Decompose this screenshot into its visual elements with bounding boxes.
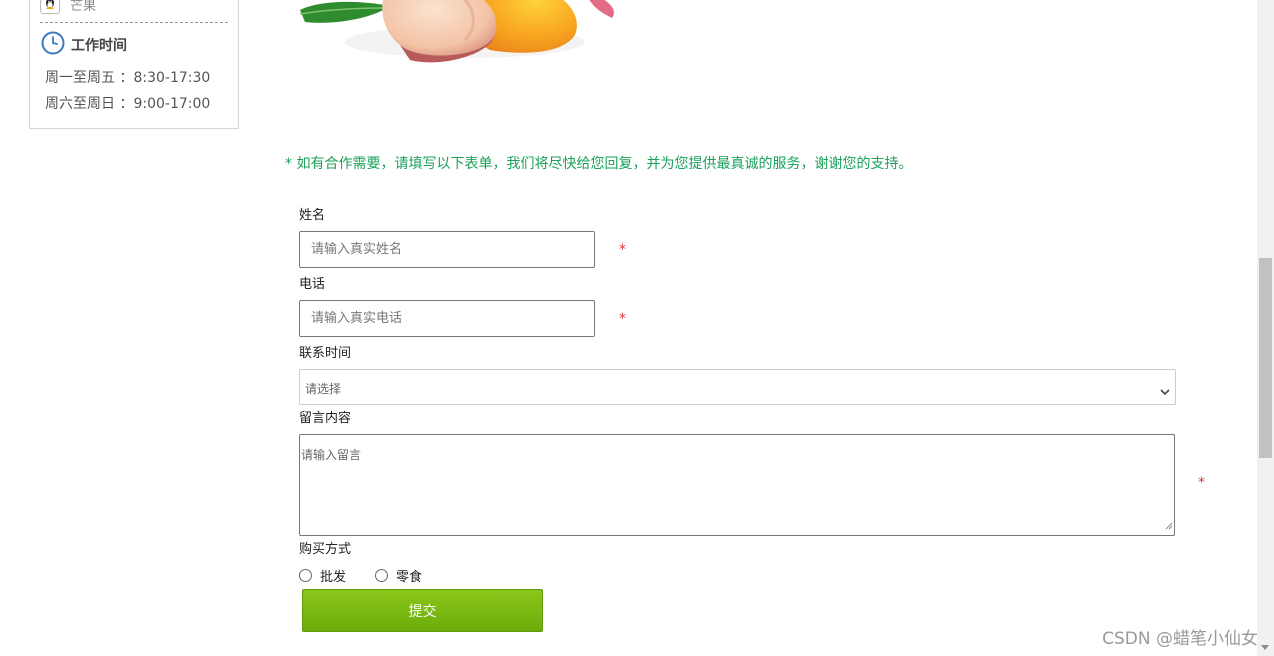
resize-handle-icon[interactable] [1164, 515, 1173, 534]
message-required-mark: * [1198, 475, 1205, 491]
contact-time-select[interactable]: 请选择 [299, 369, 1176, 405]
peach-image [300, 0, 614, 63]
contact-time-label: 联系时间 [299, 346, 352, 361]
vertical-scrollbar[interactable] [1257, 0, 1274, 656]
submit-button[interactable]: 提交 [302, 589, 543, 632]
clock-icon [41, 31, 65, 59]
form-intro: * 如有合作需要，请填写以下表单，我们将尽快给您回复，并为您提供最真诚的服务，谢… [285, 156, 913, 172]
phone-input[interactable] [299, 300, 595, 337]
radio-snacks-label: 零食 [396, 570, 423, 585]
message-placeholder: 请输入留言 [301, 448, 362, 462]
name-input[interactable] [299, 231, 595, 268]
radio-snacks[interactable]: 零食 [375, 566, 422, 585]
phone-label: 电话 [299, 277, 326, 292]
radio-button[interactable] [375, 569, 388, 582]
name-required-mark: * [619, 242, 626, 258]
radio-wholesale[interactable]: 批发 [299, 566, 346, 585]
purchase-label: 购买方式 [299, 542, 352, 557]
message-textarea[interactable]: 请输入留言 [299, 434, 1175, 536]
qq-icon [40, 0, 60, 14]
weekend-hours: 周六至周日 ：9:00-17:00 [45, 96, 211, 112]
weekday-hours: 周一至周五 ：8:30-17:30 [45, 70, 211, 86]
name-label: 姓名 [299, 208, 326, 223]
divider [40, 22, 228, 23]
scroll-thumb[interactable] [1259, 258, 1272, 458]
qq-contact[interactable]: 芒果 [40, 0, 96, 16]
qq-label: 芒果 [70, 0, 97, 14]
contact-time-value: 请选择 [305, 382, 342, 396]
phone-required-mark: * [619, 311, 626, 327]
radio-button[interactable] [299, 569, 312, 582]
work-time-title: 工作时间 [71, 38, 127, 54]
message-label: 留言内容 [299, 411, 352, 426]
radio-wholesale-label: 批发 [320, 570, 347, 585]
scroll-down-arrow-icon[interactable] [1261, 645, 1269, 650]
csdn-watermark: CSDN @蜡笔小仙女 [1102, 629, 1258, 649]
contact-sidebar: 芒果 工作时间 周一至周五 ：8:30-17:30 周六至周日 ：9:00-17… [29, 0, 239, 129]
work-time-heading: 工作时间 [41, 31, 127, 59]
chevron-down-icon [1160, 382, 1170, 401]
